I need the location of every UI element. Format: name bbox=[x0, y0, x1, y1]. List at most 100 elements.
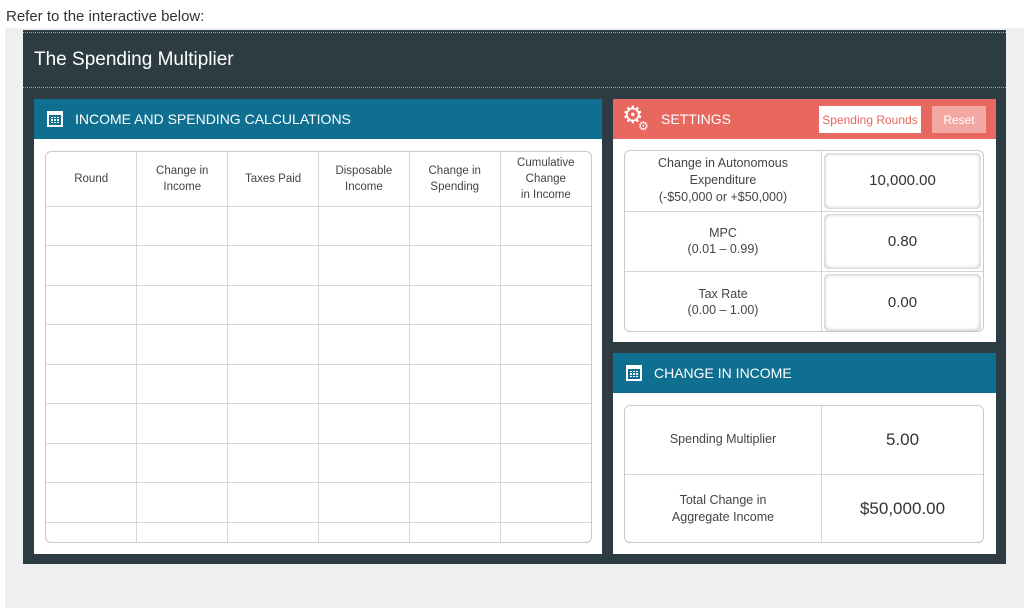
table-cell bbox=[499, 403, 591, 444]
table-cell bbox=[46, 482, 138, 523]
table-cell bbox=[46, 403, 138, 444]
calculations-table-container: Round Change in Income Taxes Paid Disposa… bbox=[45, 151, 592, 543]
title-dotted-divider bbox=[23, 87, 1006, 88]
table-cell bbox=[317, 403, 410, 444]
change-in-income-title: CHANGE IN INCOME bbox=[654, 365, 792, 381]
calculator-icon bbox=[47, 111, 63, 127]
table-cell bbox=[499, 205, 591, 247]
table-row bbox=[46, 205, 591, 247]
change-in-income-table: Spending Multiplier 5.00 Total Change in… bbox=[624, 405, 984, 543]
table-cell bbox=[46, 521, 138, 542]
table-cell bbox=[317, 284, 410, 326]
table-cell bbox=[408, 482, 501, 523]
table-row bbox=[46, 245, 591, 286]
table-row bbox=[46, 284, 591, 326]
settings-title: SETTINGS bbox=[661, 111, 732, 127]
table-cell bbox=[499, 363, 591, 405]
column-header-taxes-paid: Taxes Paid bbox=[227, 152, 319, 207]
table-cell bbox=[408, 521, 501, 542]
setting-label-autonomous-expenditure: Change in Autonomous Expenditure (-$50,000… bbox=[625, 151, 822, 211]
table-cell bbox=[227, 284, 319, 326]
column-header-change-in-spending: Change in Spending bbox=[408, 152, 501, 207]
column-header-cumulative-change: Cumulative Change in Income bbox=[499, 152, 591, 207]
table-cell bbox=[227, 205, 319, 247]
table-row bbox=[46, 482, 591, 523]
table-row bbox=[46, 403, 591, 444]
interactive-app: The Spending Multiplier INCOME AND SPEND… bbox=[23, 30, 1006, 564]
table-cell bbox=[136, 482, 229, 523]
table-cell bbox=[317, 245, 410, 286]
setting-label-tax-rate: Tax Rate (0.00 – 1.00) bbox=[625, 272, 822, 331]
setting-row-tax-rate: Tax Rate (0.00 – 1.00) 0.00 bbox=[625, 272, 983, 331]
calculations-table-body bbox=[46, 205, 591, 542]
table-cell bbox=[408, 403, 501, 444]
table-cell bbox=[408, 363, 501, 405]
table-row bbox=[46, 442, 591, 484]
setting-label-mpc: MPC (0.01 – 0.99) bbox=[625, 211, 822, 272]
table-row bbox=[46, 324, 591, 365]
table-cell bbox=[317, 363, 410, 405]
table-cell bbox=[408, 284, 501, 326]
spending-rounds-button[interactable]: Spending Rounds bbox=[819, 106, 921, 133]
table-cell bbox=[46, 363, 138, 405]
setting-row-autonomous-expenditure: Change in Autonomous Expenditure (-$50,000… bbox=[625, 151, 983, 212]
income-spending-panel: INCOME AND SPENDING CALCULATIONS Round C… bbox=[34, 99, 602, 554]
mpc-input[interactable]: 0.80 bbox=[824, 214, 981, 270]
calculator-icon bbox=[626, 365, 642, 381]
table-cell bbox=[317, 324, 410, 365]
table-cell bbox=[408, 442, 501, 484]
spending-multiplier-value: 5.00 bbox=[885, 429, 920, 449]
table-row bbox=[46, 521, 591, 542]
setting-row-mpc: MPC (0.01 – 0.99) 0.80 bbox=[625, 211, 983, 273]
table-cell bbox=[136, 403, 229, 444]
total-change-value: $50,000.00 bbox=[859, 498, 946, 518]
settings-header: ⚙ ⚙ SETTINGS Spending Rounds Reset bbox=[613, 99, 996, 139]
gears-icon: ⚙ ⚙ bbox=[622, 102, 649, 133]
autonomous-expenditure-input[interactable]: 10,000.00 bbox=[824, 153, 981, 209]
table-cell bbox=[46, 284, 138, 326]
settings-table: Change in Autonomous Expenditure (-$50,000… bbox=[624, 150, 984, 332]
table-cell bbox=[499, 324, 591, 365]
result-row-spending-multiplier: Spending Multiplier 5.00 bbox=[625, 406, 983, 475]
prompt-text: Refer to the interactive below: bbox=[6, 8, 205, 25]
table-cell bbox=[227, 482, 319, 523]
settings-panel: ⚙ ⚙ SETTINGS Spending Rounds Reset Change… bbox=[613, 99, 996, 342]
result-row-total-change: Total Change in Aggregate Income $50,000.… bbox=[625, 474, 983, 542]
calculations-table: Round Change in Income Taxes Paid Disposa… bbox=[46, 152, 591, 542]
table-cell bbox=[317, 482, 410, 523]
table-cell bbox=[136, 245, 229, 286]
table-cell bbox=[136, 324, 229, 365]
top-dotted-divider bbox=[23, 32, 1006, 33]
income-spending-title: INCOME AND SPENDING CALCULATIONS bbox=[75, 111, 351, 127]
column-header-round: Round bbox=[46, 152, 138, 207]
table-cell bbox=[408, 324, 501, 365]
table-cell bbox=[227, 245, 319, 286]
table-cell bbox=[408, 205, 501, 247]
reset-button[interactable]: Reset bbox=[932, 106, 986, 133]
spending-multiplier-label: Spending Multiplier bbox=[625, 406, 822, 474]
column-header-change-in-income: Change in Income bbox=[136, 152, 229, 207]
table-cell bbox=[317, 205, 410, 247]
table-row bbox=[46, 363, 591, 405]
table-cell bbox=[317, 521, 410, 542]
table-cell bbox=[136, 205, 229, 247]
table-cell bbox=[499, 245, 591, 286]
tax-rate-input[interactable]: 0.00 bbox=[824, 274, 981, 331]
table-cell bbox=[227, 403, 319, 444]
table-cell bbox=[136, 442, 229, 484]
app-title: The Spending Multiplier bbox=[34, 49, 234, 70]
change-in-income-panel: CHANGE IN INCOME Spending Multiplier 5.0… bbox=[613, 353, 996, 554]
table-cell bbox=[227, 442, 319, 484]
table-cell bbox=[46, 324, 138, 365]
table-cell bbox=[136, 284, 229, 326]
table-cell bbox=[408, 245, 501, 286]
table-cell bbox=[499, 284, 591, 326]
table-cell bbox=[227, 521, 319, 542]
table-cell bbox=[499, 482, 591, 523]
table-cell bbox=[136, 521, 229, 542]
table-cell bbox=[46, 442, 138, 484]
income-spending-header: INCOME AND SPENDING CALCULATIONS bbox=[34, 99, 602, 139]
table-cell bbox=[46, 245, 138, 286]
table-cell bbox=[499, 442, 591, 484]
table-cell bbox=[227, 324, 319, 365]
